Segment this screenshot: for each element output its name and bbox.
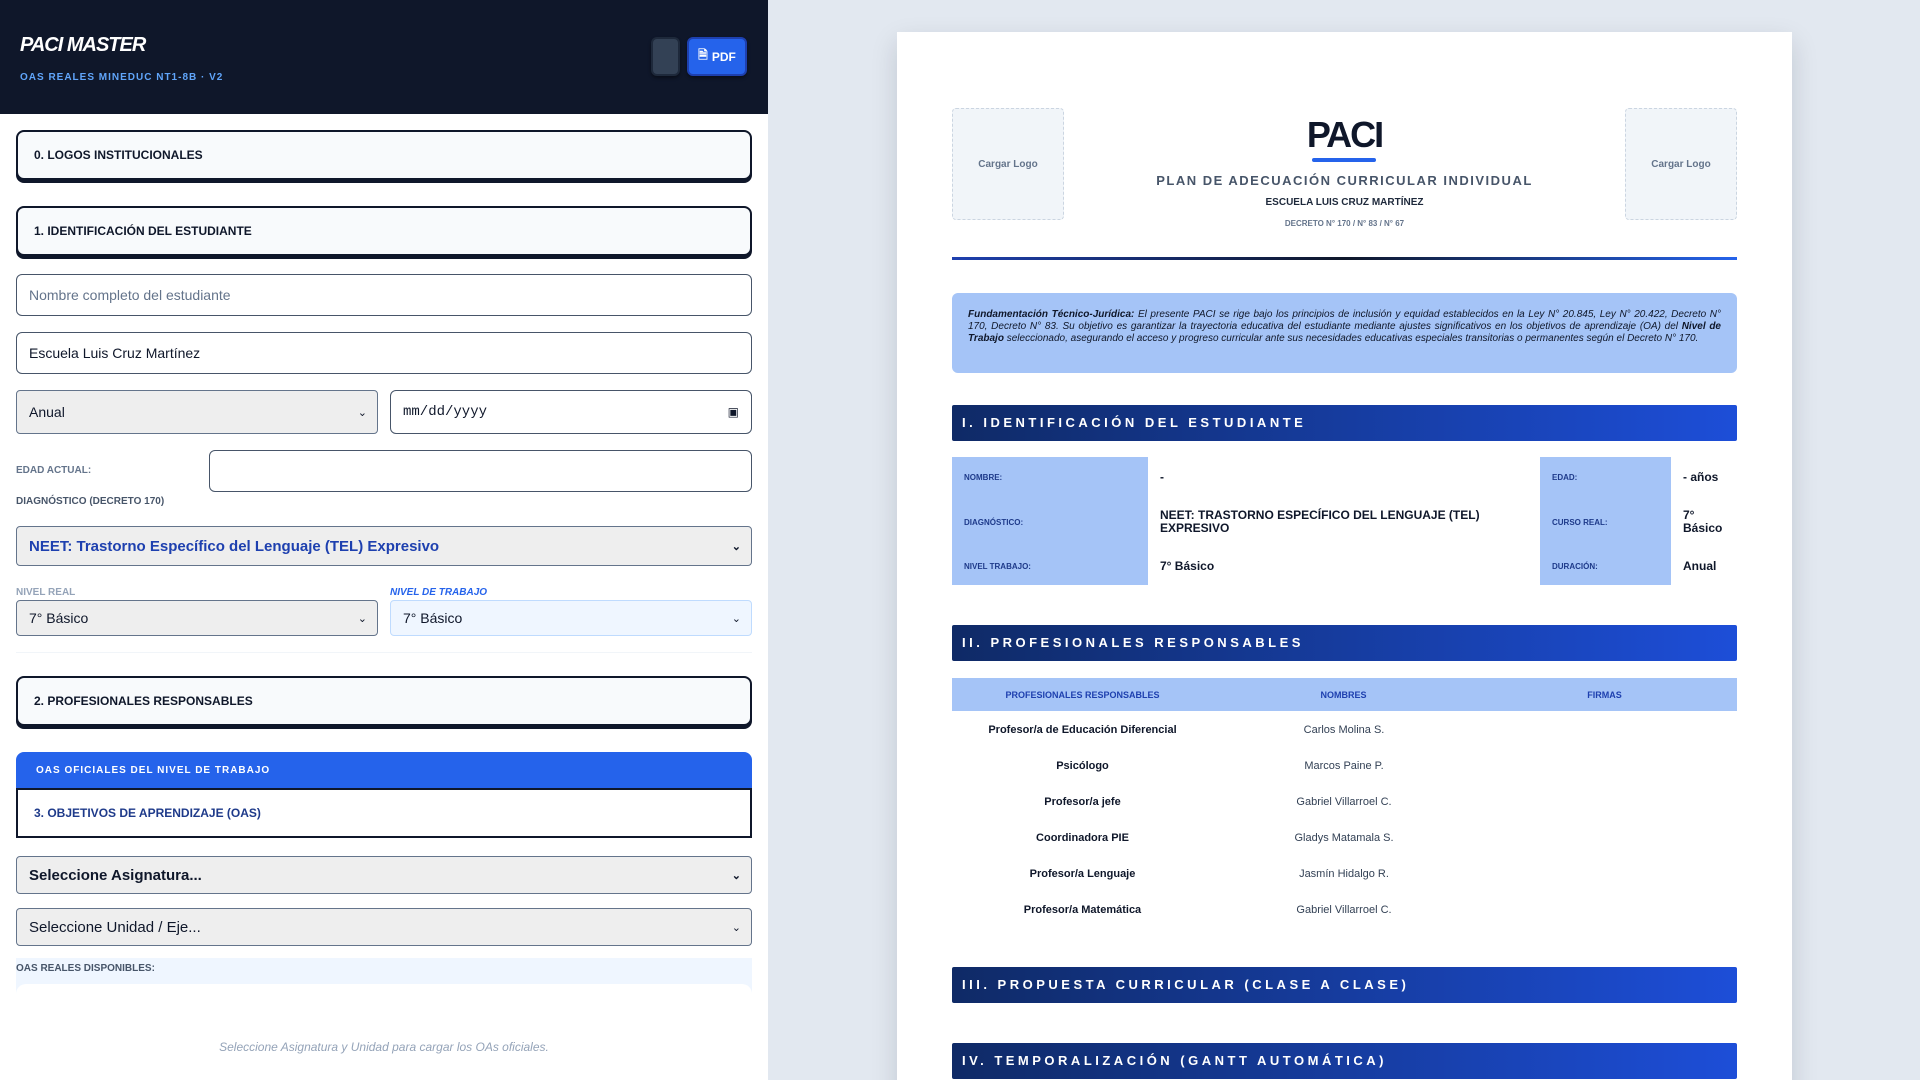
prof-role: Profesor/a Matemática xyxy=(1023,904,1142,916)
date-value: mm/dd/yyyy xyxy=(403,404,488,420)
pdf-icon: 🗎 xyxy=(698,48,708,62)
doc-title: PACI xyxy=(1306,114,1384,155)
prof-role: Coordinadora PIE xyxy=(1036,832,1129,844)
accordion-profesionales-label: 2. PROFESIONALES RESPONSABLES xyxy=(34,694,253,708)
section-temporalizacion: IV. TEMPORALIZACIÓN (GANTT AUTOMÁTICA) xyxy=(952,1043,1737,1079)
chevron-down-icon: ⌄ xyxy=(731,612,741,625)
accordion-logos-label: 0. LOGOS INSTITUCIONALES xyxy=(34,148,203,162)
school-input[interactable]: Escuela Luis Cruz Martínez xyxy=(16,332,752,374)
ident-diag-value: NEET: TRASTORNO ESPECÍFICO DEL LENGUAJE … xyxy=(1160,507,1480,535)
pdf-button-label: PDF xyxy=(711,49,736,64)
nivel-real-select[interactable]: 7° Básico ⌄ xyxy=(16,600,378,636)
duracion-value: Anual xyxy=(29,404,65,420)
chevron-down-icon: ⌄ xyxy=(731,869,741,882)
section-identificacion: I. IDENTIFICACIÓN DEL ESTUDIANTE xyxy=(952,405,1737,441)
unidad-select[interactable]: Seleccione Unidad / Eje... ⌄ xyxy=(16,908,752,946)
calendar-icon[interactable]: ▣ xyxy=(728,405,739,420)
fundamentacion-title: Fundamentación Técnico-Jurídica: xyxy=(968,309,1135,320)
diagnostico-value: NEET: Trastorno Específico del Lenguaje … xyxy=(29,537,440,555)
oas-empty-message: Seleccione Asignatura y Unidad para carg… xyxy=(219,1040,549,1054)
doc-school: ESCUELA LUIS CRUZ MARTÍNEZ xyxy=(1265,197,1424,208)
nivel-trabajo-select[interactable]: 7° Básico ⌄ xyxy=(390,600,752,636)
chevron-down-icon: ⌄ xyxy=(731,540,741,553)
ident-duracion-label: DURACIÓN: xyxy=(1540,547,1671,585)
oas-header-label: OAS OFICIALES DEL NIVEL DE TRABAJO xyxy=(36,765,271,776)
chevron-down-icon: ⌄ xyxy=(731,921,741,934)
header-rule xyxy=(952,257,1737,260)
accordion-profesionales[interactable]: 2. PROFESIONALES RESPONSABLES xyxy=(16,676,752,726)
edad-input[interactable] xyxy=(209,450,752,492)
document-preview: Cargar Logo Cargar Logo PACI PLAN DE ADE… xyxy=(897,32,1792,1080)
ident-edad-label: EDAD: xyxy=(1540,457,1671,497)
doc-plan-subtitle: PLAN DE ADECUACIÓN CURRICULAR INDIVIDUAL xyxy=(1156,173,1533,188)
asignatura-select[interactable]: Seleccione Asignatura... ⌄ xyxy=(16,856,752,894)
divider xyxy=(16,652,752,653)
logo-upload-right-label: Cargar Logo xyxy=(1651,158,1711,170)
col-header-firmas: FIRMAS xyxy=(1587,689,1622,700)
fundamentacion-text-2: seleccionado, asegurando el acceso y pro… xyxy=(1006,333,1699,344)
ident-nivel-label: NIVEL TRABAJO: xyxy=(952,547,1148,585)
oas-header: OAS OFICIALES DEL NIVEL DE TRABAJO xyxy=(16,752,752,790)
prof-name: Marcos Paine P. xyxy=(1304,760,1384,772)
prof-name: Gladys Matamala S. xyxy=(1294,832,1394,844)
app-header: PACI MASTER OAS REALES MINEDUC NT1-8B · … xyxy=(0,0,768,114)
accordion-identificacion-label: 1. IDENTIFICACIÓN DEL ESTUDIANTE xyxy=(34,224,252,238)
prof-name: Jasmín Hidalgo R. xyxy=(1299,868,1389,880)
nivel-trabajo-label: NIVEL DE TRABAJO xyxy=(390,587,488,598)
col-header-profesionales: PROFESIONALES RESPONSABLES xyxy=(1005,689,1160,700)
title-underline xyxy=(1312,158,1376,162)
diagnostico-label: DIAGNÓSTICO (DECRETO 170) xyxy=(16,496,165,507)
nivel-real-value: 7° Básico xyxy=(29,610,89,626)
edad-label: EDAD ACTUAL: xyxy=(16,465,92,476)
ident-diag-label: DIAGNÓSTICO: xyxy=(952,497,1148,547)
ident-edad-value: - años xyxy=(1683,470,1719,484)
chevron-down-icon: ⌄ xyxy=(357,406,367,419)
nivel-real-label: NIVEL REAL xyxy=(16,587,76,598)
diagnostico-select[interactable]: NEET: Trastorno Específico del Lenguaje … xyxy=(16,526,752,566)
prof-role: Profesor/a Lenguaje xyxy=(1029,868,1136,880)
ident-curso-label: CURSO REAL: xyxy=(1540,497,1671,547)
pdf-button[interactable]: 🗎 PDF xyxy=(687,37,747,76)
ident-nombre-value: - xyxy=(1160,470,1164,484)
ident-nivel-value: 7° Básico xyxy=(1160,559,1215,573)
accordion-oas[interactable]: 3. OBJETIVOS DE APRENDIZAJE (OAS) xyxy=(16,788,752,838)
accordion-identificacion[interactable]: 1. IDENTIFICACIÓN DEL ESTUDIANTE xyxy=(16,206,752,256)
oas-disponibles-label: OAS REALES DISPONIBLES: xyxy=(16,963,155,974)
prof-role: Profesor/a jefe xyxy=(1044,796,1121,808)
accordion-logos[interactable]: 0. LOGOS INSTITUCIONALES xyxy=(16,130,752,180)
ident-nombre-label: NOMBRE: xyxy=(952,457,1148,497)
col-header-nombres: NOMBRES xyxy=(1320,689,1367,700)
section-propuesta: III. PROPUESTA CURRICULAR (CLASE A CLASE… xyxy=(952,967,1737,1003)
profesionales-table-header: PROFESIONALES RESPONSABLES NOMBRES FIRMA… xyxy=(952,678,1737,711)
prof-name: Gabriel Villarroel C. xyxy=(1296,904,1392,916)
ident-curso-value: 7° Básico xyxy=(1683,507,1723,535)
doc-decreto: DECRETO N° 170 / N° 83 / N° 67 xyxy=(1284,219,1405,228)
chevron-down-icon: ⌄ xyxy=(357,612,367,625)
logo-upload-left-label: Cargar Logo xyxy=(978,158,1038,170)
oas-list: Seleccione Asignatura y Unidad para carg… xyxy=(16,984,752,1080)
prof-role: Profesor/a de Educación Diferencial xyxy=(988,724,1177,736)
app-title: PACI MASTER xyxy=(20,34,146,56)
nivel-trabajo-value: 7° Básico xyxy=(403,610,463,626)
asignatura-value: Seleccione Asignatura... xyxy=(29,866,202,884)
icon-button[interactable] xyxy=(651,37,680,76)
prof-role: Psicólogo xyxy=(1056,760,1109,772)
editor-panel: PACI MASTER OAS REALES MINEDUC NT1-8B · … xyxy=(0,0,768,1080)
ident-duracion-value: Anual xyxy=(1683,559,1717,573)
app-subtitle: OAS REALES MINEDUC NT1-8B · V2 xyxy=(20,72,224,83)
student-name-input[interactable]: Nombre completo del estudiante xyxy=(16,274,752,316)
duracion-select[interactable]: Anual ⌄ xyxy=(16,390,378,434)
unidad-value: Seleccione Unidad / Eje... xyxy=(29,918,201,936)
fundamentacion-box: Fundamentación Técnico-Jurídica: El pres… xyxy=(952,293,1737,373)
prof-name: Gabriel Villarroel C. xyxy=(1296,796,1392,808)
prof-name: Carlos Molina S. xyxy=(1303,724,1385,736)
section-profesionales: II. PROFESIONALES RESPONSABLES xyxy=(952,625,1737,661)
accordion-oas-label: 3. OBJETIVOS DE APRENDIZAJE (OAS) xyxy=(34,806,261,820)
date-input[interactable]: mm/dd/yyyy ▣ xyxy=(390,390,752,434)
